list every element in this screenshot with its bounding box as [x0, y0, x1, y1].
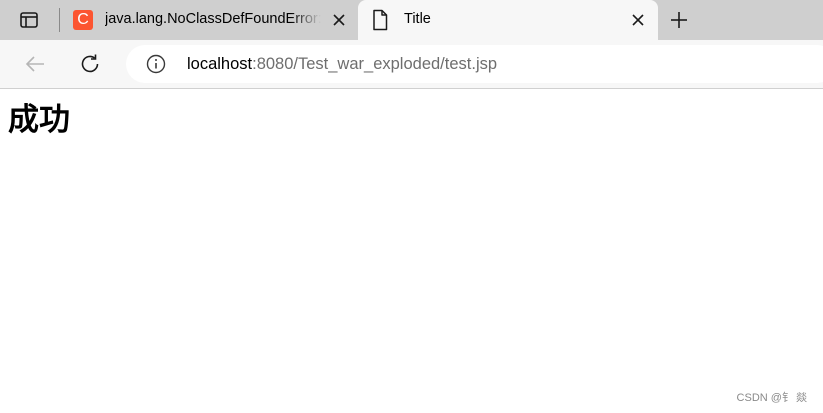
page-icon	[373, 9, 388, 31]
close-icon[interactable]	[630, 12, 646, 28]
browser-toolbar: localhost:8080/Test_war_exploded/test.js…	[0, 40, 823, 89]
address-bar[interactable]: localhost:8080/Test_war_exploded/test.js…	[126, 45, 823, 83]
tab-title: Title	[404, 11, 431, 27]
url-text: localhost:8080/Test_war_exploded/test.js…	[187, 54, 497, 74]
tab-actions-icon	[20, 12, 38, 28]
page-heading: 成功	[8, 102, 70, 138]
tab-error-page[interactable]: C java.lang.NoClassDefFoundError: com	[61, 0, 357, 40]
tab-actions-button[interactable]	[14, 8, 44, 32]
reload-icon	[81, 54, 99, 73]
page-content: 成功 CSDN @钅 燚	[0, 89, 823, 413]
tab-title: java.lang.NoClassDefFoundError: com	[105, 11, 321, 27]
plus-icon	[671, 12, 687, 28]
tab-title-page[interactable]: Title	[358, 0, 658, 40]
back-arrow-icon	[25, 56, 44, 72]
csdn-favicon-icon: C	[73, 10, 93, 30]
tab-separator	[59, 8, 60, 32]
tab-strip: C java.lang.NoClassDefFoundError: com Ti…	[0, 0, 823, 40]
url-host: localhost	[187, 55, 253, 73]
watermark: CSDN @钅 燚	[736, 392, 807, 404]
reload-button[interactable]	[78, 52, 102, 76]
new-tab-button[interactable]	[666, 8, 692, 32]
browser-window: C java.lang.NoClassDefFoundError: com Ti…	[0, 0, 823, 413]
close-icon[interactable]	[331, 12, 347, 28]
url-path: :8080/Test_war_exploded/test.jsp	[252, 55, 498, 73]
info-icon[interactable]	[146, 54, 166, 74]
back-button[interactable]	[23, 52, 47, 76]
